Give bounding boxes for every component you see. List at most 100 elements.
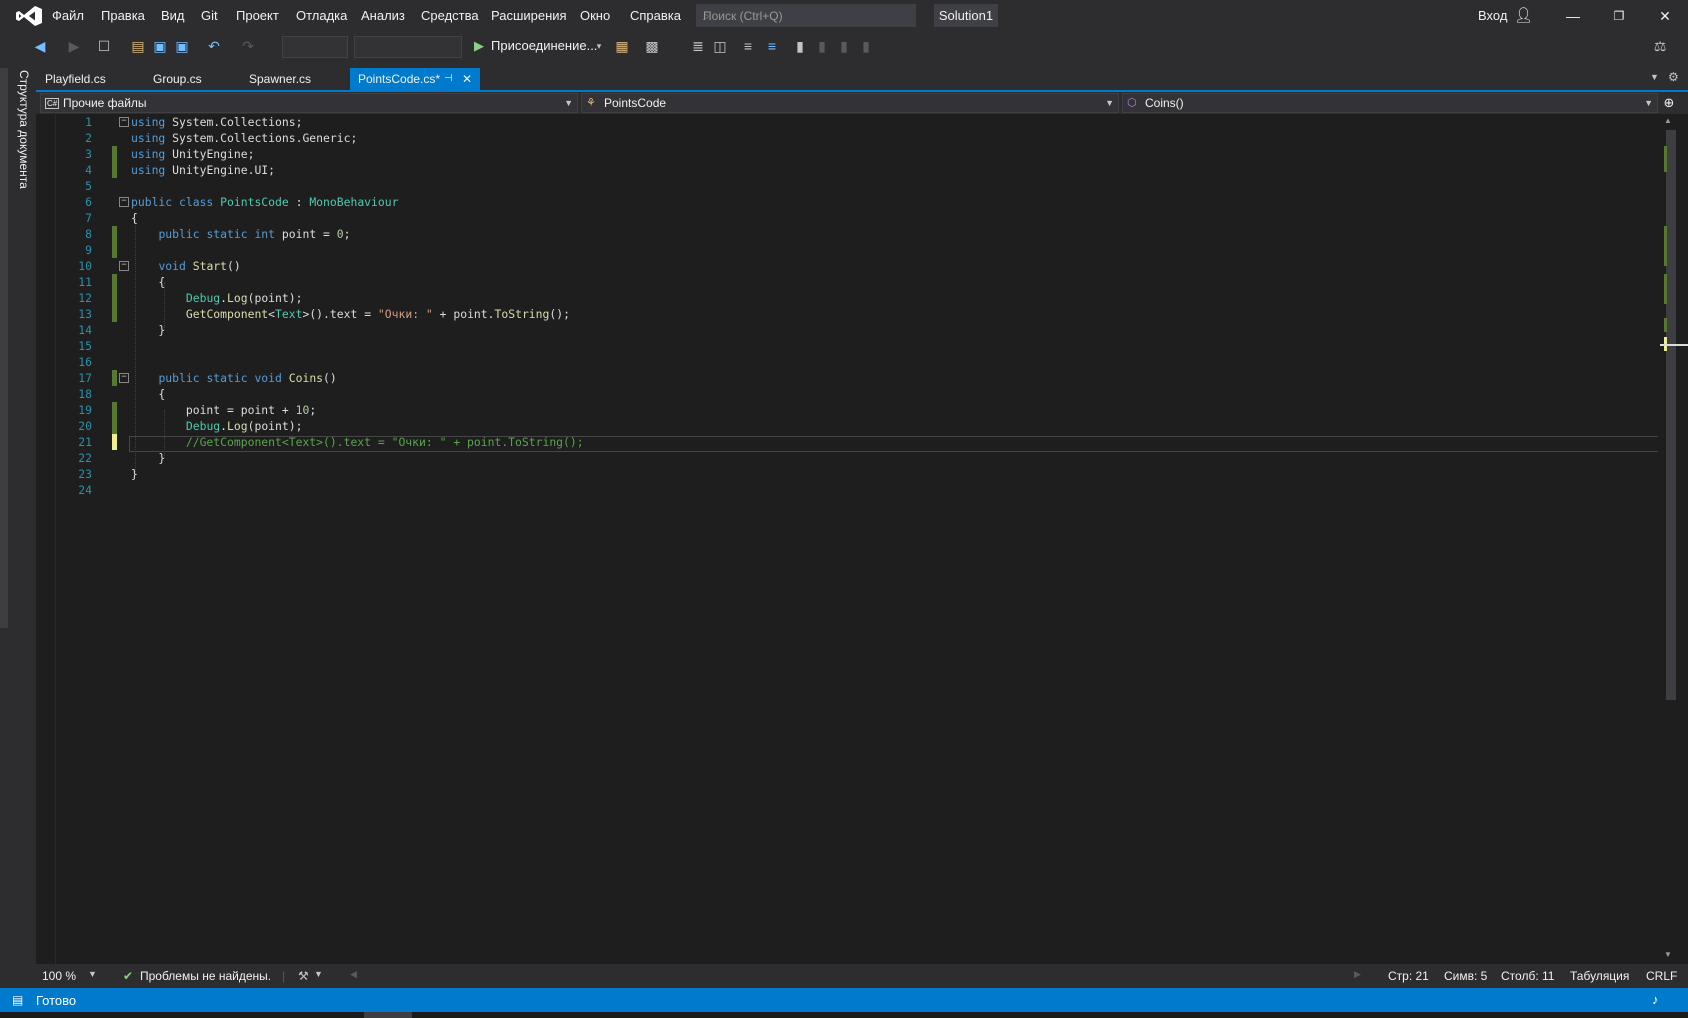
next-bookmark-icon[interactable]: ▮ bbox=[836, 38, 852, 54]
redo-icon[interactable]: ↷ bbox=[240, 38, 256, 54]
indentation-indicator[interactable]: Табуляция bbox=[1570, 969, 1629, 983]
code-line[interactable]: 18 { bbox=[0, 386, 1600, 402]
close-tab-icon[interactable]: ✕ bbox=[462, 68, 472, 90]
account-icon[interactable]: 👤︎ bbox=[1514, 6, 1533, 24]
code-line[interactable]: 22 } bbox=[0, 450, 1600, 466]
scroll-down-icon[interactable]: ▼ bbox=[1664, 950, 1672, 959]
menu-project[interactable]: Проект bbox=[236, 8, 279, 23]
close-window-button[interactable]: ✕ bbox=[1642, 0, 1688, 32]
tab-group[interactable]: Group.cs bbox=[145, 68, 210, 90]
back-icon[interactable]: ◀ bbox=[32, 38, 48, 54]
pin-icon[interactable]: ⊣ bbox=[444, 68, 453, 90]
open-folder-icon[interactable]: ▤ bbox=[130, 38, 146, 54]
code-line[interactable]: 7{ bbox=[0, 210, 1600, 226]
scroll-left-icon[interactable]: ◀ bbox=[350, 969, 357, 980]
save-all-icon[interactable]: ▣ bbox=[174, 38, 190, 54]
platform-dropdown[interactable] bbox=[354, 36, 462, 58]
code-line[interactable]: 13 GetComponent<Text>().text = "Очки: " … bbox=[0, 306, 1600, 322]
code-line[interactable]: 1 − using System.Collections; bbox=[0, 114, 1600, 130]
line-indicator[interactable]: Стр: 21 bbox=[1388, 969, 1429, 983]
live-share-icon[interactable]: ⚖ bbox=[1652, 38, 1668, 54]
menu-git[interactable]: Git bbox=[201, 8, 218, 23]
menu-extensions[interactable]: Расширения bbox=[491, 8, 567, 23]
scroll-up-icon[interactable]: ▲ bbox=[1664, 116, 1672, 125]
menu-analyze[interactable]: Анализ bbox=[361, 8, 405, 23]
project-dropdown[interactable]: C# Прочие файлы ▼ bbox=[40, 93, 578, 113]
process-icon[interactable]: ▦ bbox=[614, 38, 630, 54]
code-line[interactable]: 24 bbox=[0, 482, 1600, 498]
char-indicator[interactable]: Симв: 5 bbox=[1444, 969, 1487, 983]
settings-gear-icon[interactable]: ⚙ bbox=[1668, 70, 1679, 84]
clear-bookmarks-icon[interactable]: ▮ bbox=[858, 38, 874, 54]
code-line[interactable]: 23} bbox=[0, 466, 1600, 482]
zoom-chevron-icon[interactable]: ▼ bbox=[88, 969, 97, 979]
minimize-button[interactable]: — bbox=[1550, 0, 1596, 32]
attach-dropdown-chevron-icon[interactable]: ▾ bbox=[591, 38, 607, 54]
code-line[interactable]: 10 − void Start() bbox=[0, 258, 1600, 274]
menu-debug[interactable]: Отладка bbox=[296, 8, 347, 23]
menu-tools[interactable]: Средства bbox=[421, 8, 479, 23]
type-dropdown[interactable]: ⚘ PointsCode ▼ bbox=[581, 93, 1119, 113]
taskbar-active-item[interactable] bbox=[364, 1012, 412, 1018]
browser-link-icon[interactable]: ▩ bbox=[644, 38, 660, 54]
code-line[interactable]: 12 Debug.Log(point); bbox=[0, 290, 1600, 306]
code-line[interactable]: 15 bbox=[0, 338, 1600, 354]
output-icon[interactable]: ▤ bbox=[12, 993, 23, 1007]
menu-file[interactable]: Файл bbox=[52, 8, 84, 23]
outdent-icon[interactable]: ≡ bbox=[740, 38, 756, 54]
code-line[interactable]: 5 bbox=[0, 178, 1600, 194]
visual-studio-logo[interactable] bbox=[16, 6, 42, 26]
tab-pointscode[interactable]: PointsCode.cs* ⊣ ✕ bbox=[350, 68, 480, 90]
code-line[interactable]: 20 Debug.Log(point); bbox=[0, 418, 1600, 434]
tab-list-dropdown-icon[interactable]: ▼ bbox=[1650, 72, 1659, 82]
code-line[interactable]: 2 using System.Collections.Generic; bbox=[0, 130, 1600, 146]
code-line[interactable]: 19 point = point + 10; bbox=[0, 402, 1600, 418]
problems-status[interactable]: Проблемы не найдены. bbox=[140, 969, 271, 983]
collapse-icon[interactable]: − bbox=[119, 117, 129, 127]
code-line[interactable]: 6 − public class PointsCode : MonoBehaviou… bbox=[0, 194, 1600, 210]
code-line[interactable]: 11 { bbox=[0, 274, 1600, 290]
code-line[interactable]: 16 bbox=[0, 354, 1600, 370]
sign-in-button[interactable]: Вход bbox=[1478, 8, 1507, 23]
code-line[interactable]: 9 bbox=[0, 242, 1600, 258]
bookmark-icon[interactable]: ▮ bbox=[792, 38, 808, 54]
code-line[interactable]: 17 − public static void Coins() bbox=[0, 370, 1600, 386]
prev-bookmark-icon[interactable]: ▮ bbox=[814, 38, 830, 54]
restore-button[interactable]: ❐ bbox=[1596, 0, 1642, 32]
toggle-panel-icon[interactable]: ◫ bbox=[712, 38, 728, 54]
scroll-right-icon[interactable]: ▶ bbox=[1354, 969, 1361, 980]
indent-icon[interactable]: ≡ bbox=[764, 38, 780, 54]
configuration-dropdown[interactable] bbox=[282, 36, 348, 58]
chevron-down-icon[interactable]: ▼ bbox=[314, 969, 323, 979]
attach-button[interactable]: Присоединение... bbox=[491, 38, 597, 53]
code-cleanup-icon[interactable]: ⚒ bbox=[298, 969, 309, 983]
member-dropdown[interactable]: ⬡ Coins() ▼ bbox=[1122, 93, 1658, 113]
new-project-icon[interactable]: ☐ bbox=[96, 38, 112, 54]
menu-view[interactable]: Вид bbox=[161, 8, 185, 23]
tab-spawner[interactable]: Spawner.cs bbox=[241, 68, 319, 90]
code-line[interactable]: 3 using UnityEngine; bbox=[0, 146, 1600, 162]
code-line[interactable]: 4 using UnityEngine.UI; bbox=[0, 162, 1600, 178]
tab-playfield[interactable]: Playfield.cs bbox=[37, 68, 114, 90]
split-editor-icon[interactable]: ⊕ bbox=[1660, 94, 1678, 112]
column-indicator[interactable]: Столб: 11 bbox=[1501, 969, 1554, 983]
collapse-icon[interactable]: − bbox=[119, 373, 129, 383]
save-icon[interactable]: ▣ bbox=[152, 38, 168, 54]
forward-icon[interactable]: ▶ bbox=[66, 38, 82, 54]
menu-edit[interactable]: Правка bbox=[101, 8, 145, 23]
collapse-icon[interactable]: − bbox=[119, 197, 129, 207]
scrollbar-thumb[interactable] bbox=[1666, 130, 1676, 700]
menu-help[interactable]: Справка bbox=[630, 8, 681, 23]
search-input[interactable]: Поиск (Ctrl+Q) ⌕ bbox=[696, 4, 916, 27]
collapse-icon[interactable]: − bbox=[119, 261, 129, 271]
code-line[interactable]: 14 } bbox=[0, 322, 1600, 338]
zoom-dropdown[interactable]: 100 % bbox=[42, 969, 76, 983]
code-line-current[interactable]: 21 //GetComponent<Text>().text = "Очки: … bbox=[0, 434, 1600, 450]
notifications-bell-icon[interactable]: ♪ bbox=[1652, 992, 1659, 1007]
code-line[interactable]: 8 public static int point = 0; bbox=[0, 226, 1600, 242]
play-icon[interactable]: ▶ bbox=[474, 38, 484, 54]
menu-window[interactable]: Окно bbox=[580, 8, 610, 23]
undo-icon[interactable]: ↶ bbox=[206, 38, 222, 54]
line-ending-indicator[interactable]: CRLF bbox=[1646, 969, 1677, 983]
step-into-icon[interactable]: ≣ bbox=[690, 38, 706, 54]
